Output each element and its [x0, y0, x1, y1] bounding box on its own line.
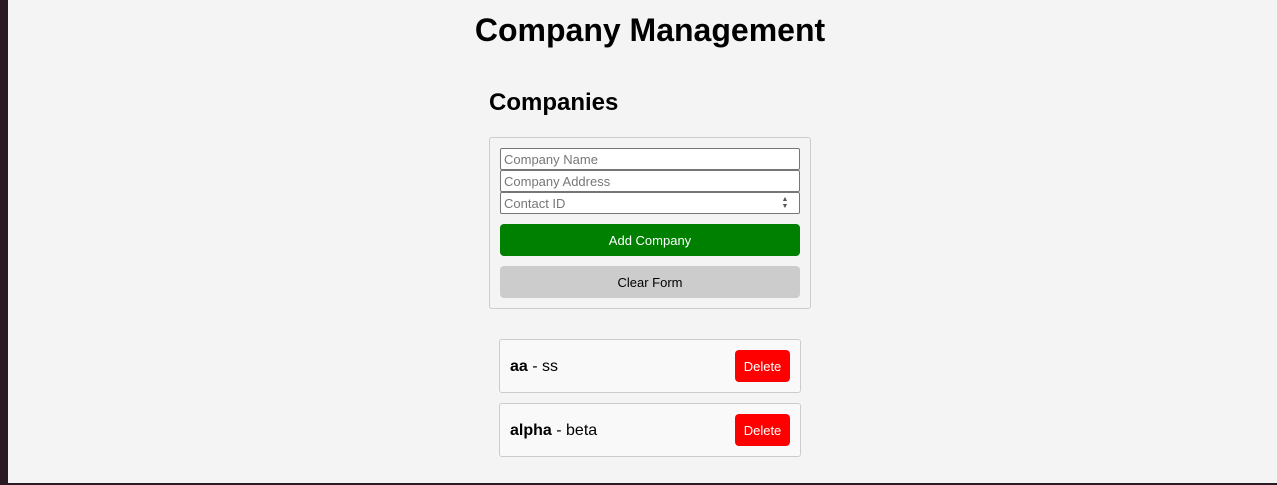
delete-button[interactable]: Delete	[735, 414, 790, 446]
company-separator: -	[527, 358, 543, 375]
clear-form-button[interactable]: Clear Form	[500, 266, 800, 298]
company-address: beta	[566, 422, 598, 439]
section-title: Companies	[489, 89, 619, 116]
company-form: ▲ ▼ Add Company Clear Form	[489, 137, 811, 309]
company-list-item: alpha - beta Delete	[499, 403, 801, 457]
company-info: alpha - beta	[510, 421, 597, 441]
spinner-up-icon[interactable]: ▲	[782, 196, 789, 203]
company-name: alpha	[510, 422, 552, 439]
delete-button[interactable]: Delete	[735, 350, 790, 382]
company-separator: -	[551, 422, 567, 439]
spinner-down-icon[interactable]: ▼	[782, 203, 789, 210]
page: Company Management Companies ▲ ▼ Add Com…	[8, 0, 1277, 483]
company-list-item: aa - ss Delete	[499, 339, 801, 393]
company-address: ss	[542, 358, 559, 375]
company-info: aa - ss	[510, 357, 558, 377]
number-spinner[interactable]: ▲ ▼	[777, 195, 793, 211]
company-name-input[interactable]	[500, 148, 800, 170]
company-address-input[interactable]	[500, 170, 800, 192]
company-name: aa	[510, 358, 528, 375]
contact-id-input[interactable]	[500, 192, 800, 214]
add-company-button[interactable]: Add Company	[500, 224, 800, 256]
page-title: Company Management	[474, 12, 826, 48]
